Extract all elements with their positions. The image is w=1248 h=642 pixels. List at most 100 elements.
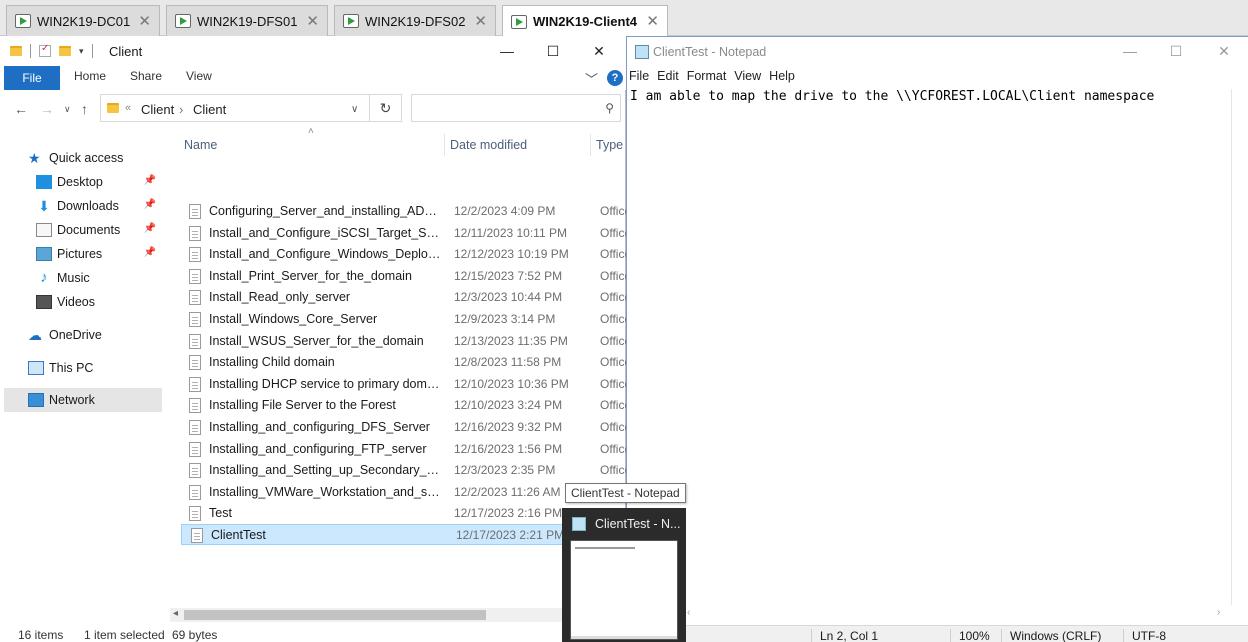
vm-tab-dfs01[interactable]: WIN2K19-DFS01 ✕ — [166, 5, 328, 36]
file-row[interactable]: Installing_VMWare_Workstation_and_sett..… — [180, 482, 626, 503]
menu-view[interactable]: View — [734, 69, 761, 87]
file-row[interactable]: Configuring_Server_and_installing_AD_D..… — [180, 201, 626, 222]
back-arrow-icon[interactable]: ← — [14, 101, 28, 117]
file-date: 12/12/2023 10:19 PM — [454, 247, 569, 262]
close-icon[interactable]: ✕ — [138, 12, 151, 30]
up-arrow-icon[interactable]: ↑ — [81, 101, 88, 117]
nav-quick-access[interactable]: ★ Quick access — [28, 146, 162, 170]
column-divider[interactable] — [444, 134, 445, 156]
scroll-right-icon[interactable]: › — [1217, 607, 1220, 618]
customize-qat-icon[interactable]: ▾ — [79, 46, 84, 57]
vm-running-icon — [15, 14, 31, 28]
file-type: Office — [600, 355, 626, 370]
pin-icon[interactable]: 📌 — [144, 247, 156, 258]
search-input[interactable]: ⚲ — [411, 94, 621, 122]
recent-locations-icon[interactable]: ∨ — [64, 104, 71, 115]
menu-file[interactable]: File — [629, 69, 649, 87]
star-icon: ★ — [28, 150, 41, 166]
vertical-scrollbar[interactable] — [1231, 89, 1232, 605]
nav-this-pc[interactable]: This PC — [28, 356, 162, 380]
forward-arrow-icon[interactable]: → — [40, 101, 54, 117]
close-button[interactable]: ✕ — [576, 40, 622, 62]
file-row[interactable]: Installing_and_configuring_FTP_server 12… — [180, 439, 626, 460]
nav-pictures[interactable]: Pictures 📌 — [36, 242, 162, 266]
desktop-icon — [36, 175, 52, 189]
nav-desktop[interactable]: Desktop 📌 — [36, 170, 162, 194]
new-folder-icon[interactable] — [59, 46, 71, 56]
breadcrumb-item[interactable]: Client — [141, 102, 174, 117]
menu-format[interactable]: Format — [687, 69, 727, 87]
music-icon: ♪ — [40, 269, 48, 286]
file-row[interactable]: Test 12/17/2023 2:16 PM Text I — [180, 503, 626, 524]
file-row[interactable]: Installing_and_configuring_DFS_Server 12… — [180, 417, 626, 438]
file-row[interactable]: Install_Print_Server_for_the_domain 12/1… — [180, 266, 626, 287]
nav-music[interactable]: ♪ Music — [36, 266, 162, 290]
file-row[interactable]: Install_Windows_Core_Server 12/9/2023 3:… — [180, 309, 626, 330]
minimize-button[interactable]: — — [484, 40, 530, 62]
file-row[interactable]: Install_and_Configure_Windows_Deploy... … — [180, 244, 626, 265]
file-row-selected[interactable]: ClientTest 12/17/2023 2:21 PM — [181, 524, 626, 545]
menu-edit[interactable]: Edit — [657, 69, 679, 87]
thumbnail-preview[interactable] — [570, 540, 678, 640]
tab-file[interactable]: File — [4, 66, 60, 90]
computer-icon — [28, 361, 44, 375]
breadcrumb-item[interactable]: Client — [193, 102, 226, 117]
notepad-text-area[interactable]: I am able to map the drive to the \\YCFO… — [630, 89, 1154, 104]
nav-documents[interactable]: Documents 📌 — [36, 218, 162, 242]
network-icon — [28, 393, 44, 407]
scroll-left-icon[interactable]: ◂ — [173, 608, 178, 619]
maximize-button[interactable]: ☐ — [530, 40, 576, 62]
nav-onedrive[interactable]: ☁ OneDrive — [28, 323, 162, 347]
vm-tab-dc01[interactable]: WIN2K19-DC01 ✕ — [6, 5, 160, 36]
maximize-button[interactable]: ☐ — [1153, 43, 1199, 60]
address-bar[interactable]: « Client › Client ∨ — [100, 94, 370, 122]
column-header-date[interactable]: Date modified — [450, 138, 527, 152]
close-button[interactable]: ✕ — [1201, 43, 1247, 60]
expand-ribbon-icon[interactable]: ﹀ — [585, 69, 598, 88]
notepad-horizontal-scrollbar[interactable]: ‹ › — [627, 607, 1248, 623]
tab-home[interactable]: Home — [74, 69, 106, 83]
properties-icon[interactable] — [39, 43, 51, 57]
pin-icon[interactable]: 📌 — [144, 199, 156, 210]
file-type: Office — [600, 463, 626, 478]
horizontal-scrollbar[interactable]: ◂ — [170, 608, 626, 622]
nav-downloads[interactable]: ⬇ Downloads 📌 — [36, 194, 162, 218]
nav-network[interactable]: Network — [4, 388, 162, 412]
chevron-down-icon[interactable]: ∨ — [351, 104, 358, 115]
desktop: WIN2K19-DC01 ✕ WIN2K19-DFS01 ✕ WIN2K19-D… — [0, 0, 1248, 642]
file-date: 12/3/2023 2:35 PM — [454, 463, 556, 478]
column-divider[interactable] — [590, 134, 591, 156]
menu-help[interactable]: Help — [769, 69, 795, 87]
scroll-left-icon[interactable]: ‹ — [687, 607, 690, 618]
close-icon[interactable]: ✕ — [306, 12, 319, 30]
file-row[interactable]: Installing DHCP service to primary domai… — [180, 374, 626, 395]
close-icon[interactable]: ✕ — [474, 12, 487, 30]
refresh-button[interactable]: ↻ — [370, 94, 402, 122]
vm-tab-client4[interactable]: WIN2K19-Client4 ✕ — [502, 5, 668, 37]
file-row[interactable]: Install_WSUS_Server_for_the_domain 12/13… — [180, 331, 626, 352]
file-row[interactable]: Install_and_Configure_iSCSI_Target_Serve… — [180, 223, 626, 244]
divider — [30, 44, 31, 58]
divider — [91, 44, 93, 58]
cloud-icon: ☁ — [28, 327, 42, 343]
pin-icon[interactable]: 📌 — [144, 175, 156, 186]
close-icon[interactable]: ✕ — [646, 12, 659, 30]
file-row[interactable]: Installing_and_Setting_up_Secondary_Do..… — [180, 460, 626, 481]
file-row[interactable]: Installing Child domain 12/8/2023 11:58 … — [180, 352, 626, 373]
column-header-type[interactable]: Type — [596, 138, 623, 152]
explorer-titlebar: ▾ Client — ☐ ✕ — [4, 36, 626, 66]
vm-tab-dfs02[interactable]: WIN2K19-DFS02 ✕ — [334, 5, 496, 36]
file-row[interactable]: Install_Read_only_server 12/3/2023 10:44… — [180, 287, 626, 308]
notepad-status-bar: Ln 2, Col 1 100% Windows (CRLF) UTF-8 — [627, 625, 1248, 642]
minimize-button[interactable]: — — [1107, 43, 1153, 59]
taskbar-thumbnail[interactable]: ClientTest - N... — [562, 508, 686, 642]
tab-share[interactable]: Share — [130, 69, 162, 83]
tab-view[interactable]: View — [186, 69, 212, 83]
pin-icon[interactable]: 📌 — [144, 223, 156, 234]
column-header-name[interactable]: Name — [184, 138, 217, 152]
file-row[interactable]: Installing File Server to the Forest 12/… — [180, 395, 626, 416]
nav-videos[interactable]: Videos — [36, 290, 162, 314]
breadcrumb-overflow[interactable]: « — [125, 102, 131, 114]
help-icon[interactable]: ? — [607, 70, 623, 86]
scrollbar-thumb[interactable] — [184, 610, 486, 620]
